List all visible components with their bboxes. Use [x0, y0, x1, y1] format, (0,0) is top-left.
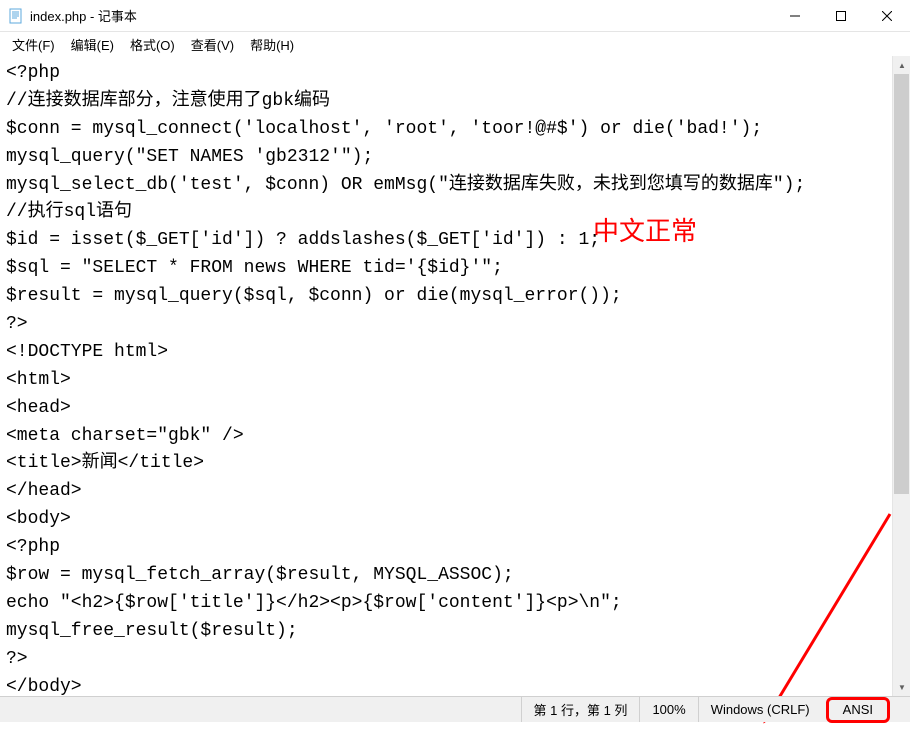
editor-line: mysql_free_result($result); [6, 618, 886, 646]
editor-line: <meta charset="gbk" /> [6, 423, 886, 451]
editor-line: $conn = mysql_connect('localhost', 'root… [6, 116, 886, 144]
vertical-scrollbar[interactable]: ▲ ▼ [892, 56, 910, 696]
editor-line: $id = isset($_GET['id']) ? addslashes($_… [6, 227, 886, 255]
editor-line: <html> [6, 367, 886, 395]
status-line-ending: Windows (CRLF) [698, 697, 822, 722]
editor-line: //执行sql语句 [6, 199, 886, 227]
editor-line: <?php [6, 60, 886, 88]
editor-line: echo "<h2>{$row['title']}</h2><p>{$row['… [6, 590, 886, 618]
menu-view[interactable]: 查看(V) [183, 33, 242, 56]
menu-file[interactable]: 文件(F) [4, 33, 63, 56]
editor-line: <body> [6, 506, 886, 534]
status-encoding-label: ANSI [843, 702, 873, 717]
status-bar: 第 1 行，第 1 列 100% Windows (CRLF) ANSI [0, 696, 910, 722]
menu-bar: 文件(F) 编辑(E) 格式(O) 查看(V) 帮助(H) [0, 32, 910, 56]
notepad-icon [8, 8, 24, 24]
editor-line: ?> [6, 311, 886, 339]
editor-line: <?php [6, 534, 886, 562]
window-controls [772, 0, 910, 32]
status-cursor-position: 第 1 行，第 1 列 [521, 697, 640, 722]
maximize-button[interactable] [818, 0, 864, 32]
editor-line: mysql_select_db('test', $conn) OR emMsg(… [6, 172, 886, 200]
editor-line: <!DOCTYPE html> [6, 339, 886, 367]
editor-container: <?php//连接数据库部分，注意使用了gbk编码$conn = mysql_c… [0, 56, 910, 696]
editor-line: $row = mysql_fetch_array($result, MYSQL_… [6, 562, 886, 590]
scrollbar-thumb[interactable] [894, 74, 909, 494]
status-encoding: ANSI [826, 697, 890, 723]
editor-line: $result = mysql_query($sql, $conn) or di… [6, 283, 886, 311]
editor-line: mysql_query("SET NAMES 'gb2312'"); [6, 144, 886, 172]
editor-line: </head> [6, 478, 886, 506]
editor-line: <title>新闻</title> [6, 450, 886, 478]
editor-line: ?> [6, 646, 886, 674]
status-zoom: 100% [639, 697, 697, 722]
window-title: index.php - 记事本 [30, 6, 772, 25]
text-editor[interactable]: <?php//连接数据库部分，注意使用了gbk编码$conn = mysql_c… [0, 56, 892, 696]
editor-line: <head> [6, 395, 886, 423]
resize-grip[interactable] [894, 697, 910, 722]
editor-line: $sql = "SELECT * FROM news WHERE tid='{$… [6, 255, 886, 283]
menu-format[interactable]: 格式(O) [122, 33, 183, 56]
menu-help[interactable]: 帮助(H) [242, 33, 302, 56]
editor-line: //连接数据库部分，注意使用了gbk编码 [6, 88, 886, 116]
close-button[interactable] [864, 0, 910, 32]
editor-line: </body> [6, 674, 886, 696]
menu-edit[interactable]: 编辑(E) [63, 33, 122, 56]
scrollbar-down-arrow[interactable]: ▼ [893, 678, 910, 696]
minimize-button[interactable] [772, 0, 818, 32]
title-bar: index.php - 记事本 [0, 0, 910, 32]
scrollbar-up-arrow[interactable]: ▲ [893, 56, 910, 74]
